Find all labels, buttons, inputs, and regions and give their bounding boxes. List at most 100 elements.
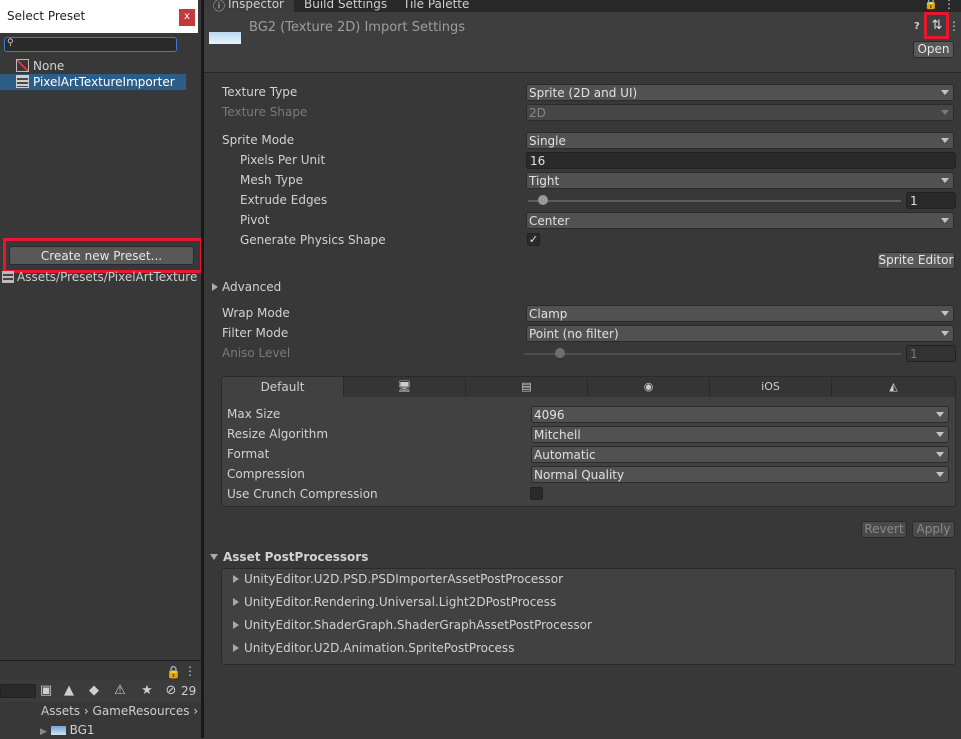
- extrude-edges-label: Extrude Edges: [240, 193, 328, 207]
- close-icon[interactable]: x: [179, 9, 195, 26]
- tab-platform-webgl[interactable]: ◭: [832, 377, 955, 397]
- dropdown-arrow-icon: [936, 432, 944, 437]
- filter-mode-dropdown[interactable]: Point (no filter): [526, 325, 954, 342]
- generate-physics-shape-checkbox[interactable]: ✓: [527, 233, 540, 246]
- dropdown-value: Single: [529, 134, 566, 148]
- tab-tile-palette[interactable]: Tile Palette: [403, 0, 469, 11]
- max-size-dropdown[interactable]: 4096: [531, 406, 949, 423]
- foldout-arrow-icon[interactable]: [212, 283, 218, 291]
- texture-type-dropdown[interactable]: Sprite (2D and UI): [526, 84, 954, 101]
- tab-inspector-label[interactable]: Inspector: [228, 0, 284, 11]
- pixels-per-unit-field[interactable]: 16: [526, 152, 956, 169]
- dropdown-value: Normal Quality: [534, 468, 625, 482]
- advanced-foldout[interactable]: Advanced: [222, 280, 281, 294]
- warning-icon[interactable]: ⚠: [112, 683, 128, 699]
- chevron-right-icon: ›: [193, 704, 199, 718]
- more-menu-icon[interactable]: ⋮: [948, 19, 960, 33]
- more-menu-icon[interactable]: ⋮: [943, 0, 955, 11]
- preset-search-input[interactable]: [17, 39, 167, 50]
- preset-item-pixelart[interactable]: PixelArtTextureImporter: [0, 74, 186, 90]
- format-dropdown[interactable]: Automatic: [531, 446, 949, 463]
- postprocessor-item[interactable]: UnityEditor.U2D.PSD.PSDImporterAssetPost…: [244, 572, 563, 586]
- use-crunch-compression-checkbox[interactable]: [530, 487, 543, 500]
- tab-platform-server[interactable]: ▤: [466, 377, 588, 397]
- preset-item-label: PixelArtTextureImporter: [33, 75, 175, 89]
- project-item-bg1[interactable]: ▶ BG1: [40, 723, 95, 737]
- breadcrumb-item[interactable]: GameResources: [93, 704, 190, 718]
- pivot-label: Pivot: [240, 213, 270, 227]
- hidden-eye-icon[interactable]: ⊘: [164, 683, 178, 699]
- wrap-mode-dropdown[interactable]: Clamp: [526, 305, 954, 322]
- compression-dropdown[interactable]: Normal Quality: [531, 466, 949, 483]
- monitor-icon: 🖥: [397, 380, 412, 393]
- field-value: 1: [910, 347, 918, 361]
- preset-search-box[interactable]: ⚲: [4, 37, 177, 52]
- panel-divider[interactable]: [201, 0, 204, 738]
- lock-icon[interactable]: 🔒: [166, 665, 181, 679]
- html5-icon: ◭: [889, 380, 898, 393]
- apply-button[interactable]: Apply: [912, 521, 955, 538]
- dropdown-value: Mitchell: [534, 428, 581, 442]
- dropdown-value: Clamp: [529, 307, 568, 321]
- dropdown-arrow-icon: [941, 218, 949, 223]
- preset-item-none[interactable]: None: [0, 58, 186, 74]
- preset-item-label: None: [33, 59, 65, 73]
- foldout-arrow-icon[interactable]: [233, 598, 239, 606]
- tab-build-settings[interactable]: Build Settings: [304, 0, 387, 11]
- help-icon[interactable]: ?: [914, 21, 920, 32]
- foldout-arrow-icon[interactable]: [210, 554, 218, 560]
- project-item-label: BG1: [69, 723, 95, 737]
- tab-platform-standalone[interactable]: 🖥: [344, 377, 466, 397]
- postprocessor-item[interactable]: UnityEditor.Rendering.Universal.Light2DP…: [244, 595, 556, 609]
- texture-type-label: Texture Type: [222, 85, 298, 99]
- dropdown-arrow-icon: [941, 110, 949, 115]
- dropdown-value: 2D: [529, 106, 546, 120]
- aniso-level-slider: [524, 353, 901, 355]
- generate-physics-shape-label: Generate Physics Shape: [240, 233, 386, 247]
- breadcrumb-item[interactable]: Assets: [41, 704, 80, 718]
- dropdown-arrow-icon: [941, 311, 949, 316]
- resize-algorithm-label: Resize Algorithm: [227, 427, 329, 441]
- search-by-type-icon[interactable]: ▣: [38, 683, 54, 699]
- open-button[interactable]: Open: [913, 41, 954, 58]
- project-search-input[interactable]: [0, 684, 36, 698]
- select-preset-window: Select Preset x ⚲ None PixelArtTextureIm…: [0, 0, 203, 660]
- foldout-arrow-icon[interactable]: [233, 575, 239, 583]
- lock-icon[interactable]: 🔒: [924, 0, 938, 10]
- extrude-edges-field[interactable]: 1: [906, 192, 956, 209]
- preset-asset-icon: [2, 271, 14, 283]
- expand-arrow-icon[interactable]: ▶: [40, 727, 47, 737]
- more-menu-icon[interactable]: ⋮: [184, 664, 196, 678]
- sprite-editor-button[interactable]: Sprite Editor: [877, 252, 955, 269]
- foldout-arrow-icon[interactable]: [233, 621, 239, 629]
- extrude-edges-slider[interactable]: [528, 200, 901, 202]
- preset-path-text: Assets/Presets/PixelArtTextureImporter.p…: [17, 270, 198, 284]
- revert-button[interactable]: Revert: [861, 521, 907, 538]
- pivot-dropdown[interactable]: Center: [526, 212, 954, 229]
- mesh-type-dropdown[interactable]: Tight: [526, 172, 954, 189]
- texture-preview-thumbnail: [209, 32, 241, 44]
- sprite-mode-label: Sprite Mode: [222, 133, 295, 147]
- asset-postprocessors-header[interactable]: Asset PostProcessors: [223, 550, 368, 564]
- dropdown-arrow-icon: [941, 90, 949, 95]
- resize-algorithm-dropdown[interactable]: Mitchell: [531, 426, 949, 443]
- texture-icon: [50, 726, 66, 735]
- tab-platform-default[interactable]: Default: [222, 377, 344, 397]
- tab-platform-ios[interactable]: iOS: [710, 377, 832, 397]
- extrude-edges-slider-handle[interactable]: [538, 195, 548, 205]
- star-icon[interactable]: ★: [139, 683, 155, 699]
- tab-platform-android[interactable]: ◉: [588, 377, 710, 397]
- none-icon: [16, 59, 29, 72]
- postprocessor-item[interactable]: UnityEditor.ShaderGraph.ShaderGraphAsset…: [244, 618, 592, 632]
- postprocessor-item[interactable]: UnityEditor.U2D.Animation.SpritePostProc…: [244, 641, 514, 655]
- compression-label: Compression: [227, 467, 305, 481]
- label-tag-icon[interactable]: ◆: [86, 683, 102, 699]
- foldout-arrow-icon[interactable]: [233, 644, 239, 652]
- sprite-mode-dropdown[interactable]: Single: [526, 132, 954, 149]
- highlight-box: [3, 238, 203, 273]
- page-title: BG2 (Texture 2D) Import Settings: [249, 20, 466, 35]
- chevron-right-icon: ›: [83, 704, 93, 718]
- search-icon: ⚲: [7, 38, 14, 48]
- aniso-level-label: Aniso Level: [222, 346, 291, 360]
- shapes-filter-icon[interactable]: ▲: [61, 683, 77, 699]
